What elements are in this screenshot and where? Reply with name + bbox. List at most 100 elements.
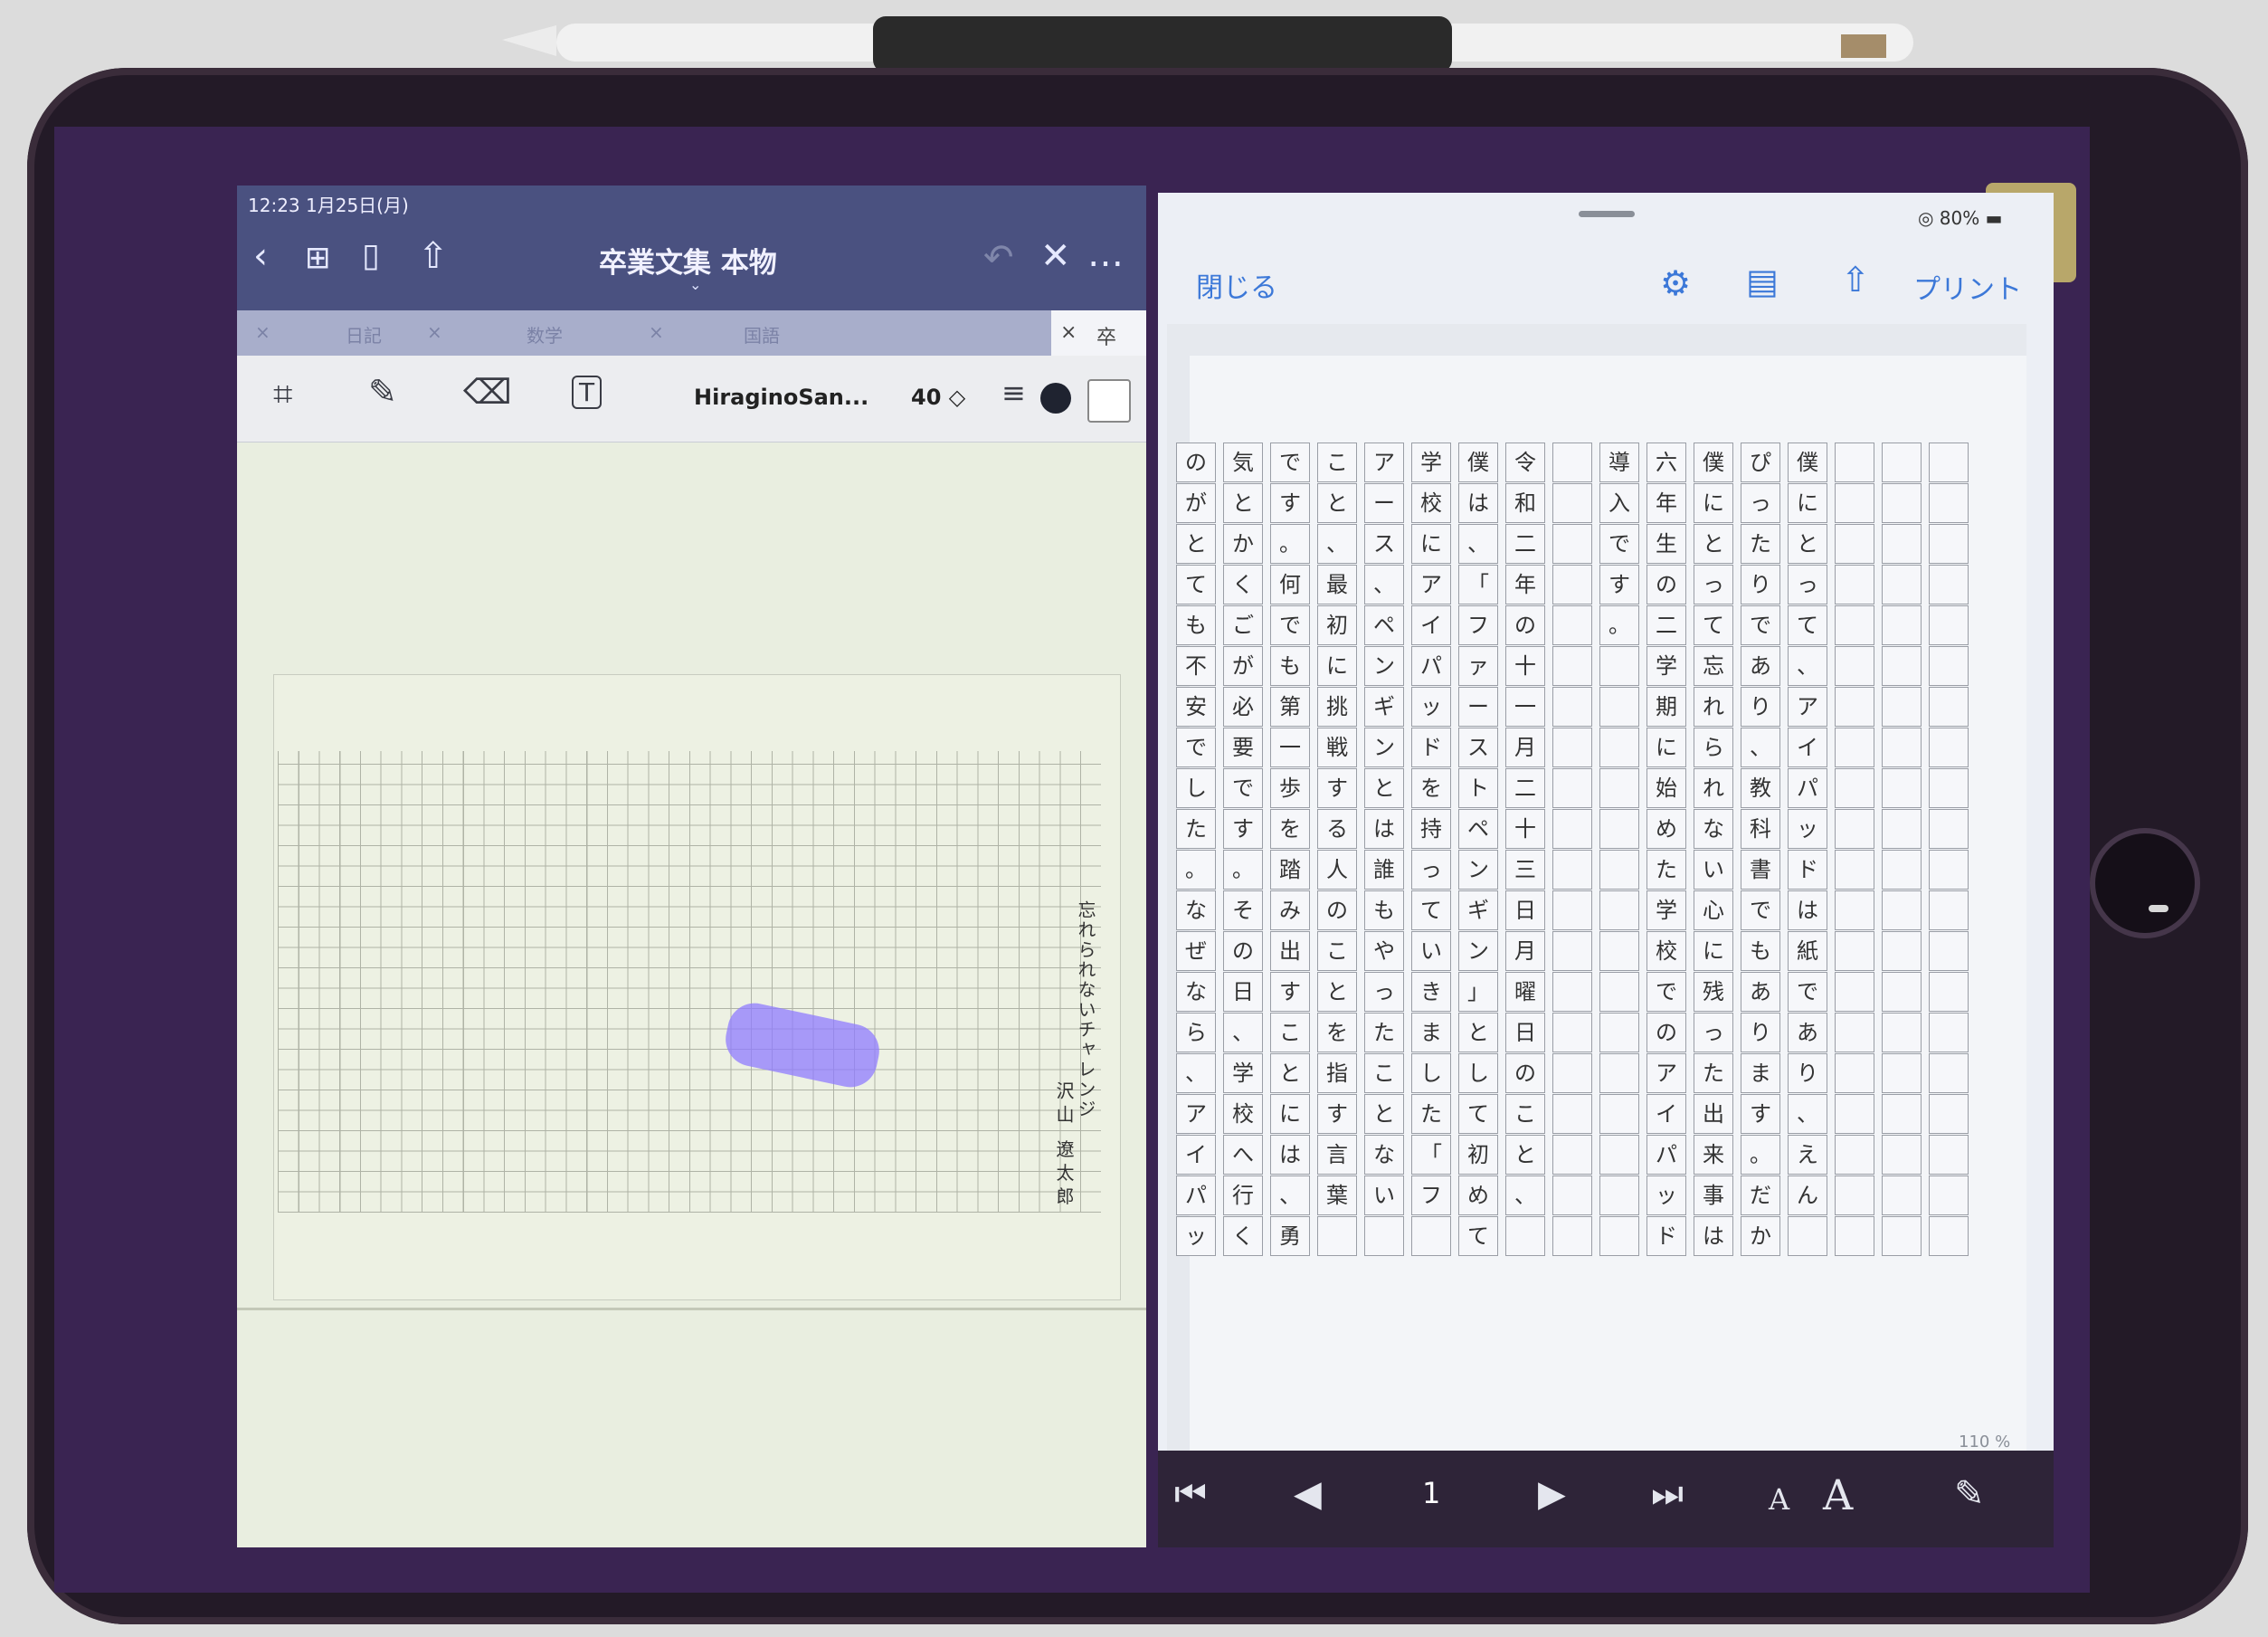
manuscript-cell: 和	[1505, 483, 1545, 523]
increase-font-size-button[interactable]: A	[1823, 1470, 1853, 1519]
text-tool-icon[interactable]: T	[572, 376, 603, 409]
font-size-selector[interactable]: 40 ◇	[911, 385, 965, 410]
manuscript-cell	[1882, 931, 1922, 971]
manuscript-cell: っ	[1694, 565, 1733, 604]
home-button[interactable]	[2090, 828, 2200, 938]
manuscript-cell	[1929, 605, 1969, 645]
manuscript-cell	[1835, 1135, 1874, 1175]
title-chevron-down-icon[interactable]: ⌄	[689, 276, 701, 293]
tab-active[interactable]: × 卒	[1051, 310, 1146, 361]
manuscript-column: 僕は、「ファーストペンギン」として初めて	[1458, 442, 1498, 1256]
back-chevron-icon[interactable]: ‹	[253, 235, 268, 277]
manuscript-cell: 、	[1317, 524, 1357, 564]
manuscript-cell	[1599, 1094, 1639, 1134]
document-title[interactable]: 卒業文集 本物	[599, 240, 777, 281]
color-swatch-empty[interactable]	[1087, 379, 1131, 423]
manuscript-cell: 、	[1741, 728, 1780, 767]
manuscript-cell: も	[1364, 890, 1404, 930]
manuscript-cell	[1882, 687, 1922, 727]
share-icon[interactable]: ⇧	[1841, 260, 1870, 300]
last-page-icon[interactable]: ⏭	[1651, 1473, 1684, 1515]
manuscript-cell	[1929, 972, 1969, 1012]
manuscript-cell: 六	[1646, 443, 1686, 482]
scanned-manuscript-grid	[278, 751, 1101, 1213]
tab-close-icon[interactable]: ×	[1060, 321, 1077, 344]
manuscript-cell: 令	[1505, 443, 1545, 482]
edit-icon[interactable]: ✎	[1954, 1473, 1985, 1515]
manuscript-cell: の	[1176, 443, 1216, 482]
manuscript-cell	[1929, 728, 1969, 767]
lasso-icon[interactable]: ⌗	[273, 374, 292, 414]
tab-2[interactable]: 数学	[527, 321, 563, 347]
manuscript-cell: 書	[1741, 850, 1780, 890]
manuscript-cell: は	[1270, 1135, 1310, 1175]
manuscript-cell: す	[1317, 1094, 1357, 1134]
close-button[interactable]: 閉じる	[1196, 265, 1277, 305]
manuscript-cell: り	[1788, 1053, 1827, 1093]
manuscript-cell	[1929, 1135, 1969, 1175]
manuscript-cell: イ	[1176, 1135, 1216, 1175]
eraser-icon[interactable]: ⌫	[463, 372, 512, 412]
manuscript-cell: そ	[1223, 890, 1263, 930]
viewer-navigation-bar: 閉じる ⚙ ▤ ⇧ プリント	[1158, 229, 2054, 319]
manuscript-cell: 教	[1741, 768, 1780, 808]
manuscript-cell: ん	[1788, 1175, 1827, 1215]
manuscript-cell: っ	[1411, 850, 1451, 890]
manuscript-cell: い	[1694, 850, 1733, 890]
manuscript-cell: と	[1364, 768, 1404, 808]
print-button[interactable]: プリント	[1913, 267, 2022, 307]
manuscript-cell	[1882, 1094, 1922, 1134]
manuscript-cell: た	[1741, 524, 1780, 564]
next-page-icon[interactable]: ▶	[1538, 1473, 1566, 1515]
tab-close-icon[interactable]: ×	[255, 321, 270, 343]
multitask-handle[interactable]	[1579, 211, 1635, 217]
undo-icon[interactable]: ↶	[983, 237, 1014, 279]
manuscript-cell: 僕	[1694, 443, 1733, 482]
manuscript-cell: で	[1223, 768, 1263, 808]
tab-close-icon[interactable]: ×	[427, 321, 442, 343]
manuscript-cell: す	[1270, 483, 1310, 523]
manuscript-cell	[1835, 1216, 1874, 1256]
manuscript-cell: ト	[1458, 768, 1498, 808]
manuscript-column: 僕にとって忘れられない心に残った出来事は	[1694, 442, 1733, 1256]
align-icon[interactable]: ≡	[1001, 376, 1026, 410]
share-icon[interactable]: ⇧	[418, 235, 449, 277]
grid-view-icon[interactable]: ⊞	[305, 240, 331, 276]
manuscript-page: のがとても不安でした。なぜなら、アイパッ気とかくごが必要です。その日、学校へ行く…	[1176, 356, 2026, 1451]
manuscript-cell: か	[1741, 1216, 1780, 1256]
pen-icon[interactable]: ✎	[368, 372, 397, 412]
manuscript-cell	[1929, 1013, 1969, 1052]
close-icon[interactable]: ✕	[1040, 235, 1071, 277]
manuscript-cell	[1552, 1135, 1592, 1175]
manuscript-cell: 始	[1646, 768, 1686, 808]
manuscript-cell: ギ	[1364, 687, 1404, 727]
document-area: のがとても不安でした。なぜなら、アイパッ気とかくごが必要です。その日、学校へ行く…	[1167, 324, 2026, 1451]
font-name-selector[interactable]: HiraginoSan...	[694, 385, 868, 410]
decrease-font-size-button[interactable]: A	[1769, 1482, 1789, 1517]
tab-1[interactable]: 日記	[346, 321, 382, 347]
manuscript-cell	[1882, 565, 1922, 604]
manuscript-cell: 、	[1458, 524, 1498, 564]
more-options-icon[interactable]: …	[1087, 233, 1124, 275]
manuscript-cell: が	[1176, 483, 1216, 523]
first-page-icon[interactable]: ⏮	[1174, 1473, 1207, 1515]
manuscript-cell	[1835, 565, 1874, 604]
manuscript-cell: ア	[1646, 1053, 1686, 1093]
manuscript-cell: な	[1176, 972, 1216, 1012]
tab-close-icon[interactable]: ×	[649, 321, 664, 343]
manuscript-cell: 校	[1223, 1094, 1263, 1134]
manuscript-cell	[1929, 524, 1969, 564]
previous-page-icon[interactable]: ◀	[1294, 1473, 1322, 1515]
book-icon[interactable]: ▤	[1746, 262, 1779, 301]
settings-icon[interactable]: ⚙	[1660, 263, 1691, 303]
manuscript-cell	[1882, 1013, 1922, 1052]
status-time: 12:23 1月25日(月)	[248, 195, 409, 216]
manuscript-cell	[1552, 687, 1592, 727]
document-icon[interactable]: ▯	[362, 237, 380, 274]
color-swatch-black[interactable]	[1040, 383, 1071, 414]
manuscript-cell: 生	[1646, 524, 1686, 564]
manuscript-cell: 事	[1694, 1175, 1733, 1215]
tab-3[interactable]: 国語	[744, 321, 780, 347]
manuscript-cell: 、	[1788, 1094, 1827, 1134]
manuscript-cell	[1835, 1053, 1874, 1093]
